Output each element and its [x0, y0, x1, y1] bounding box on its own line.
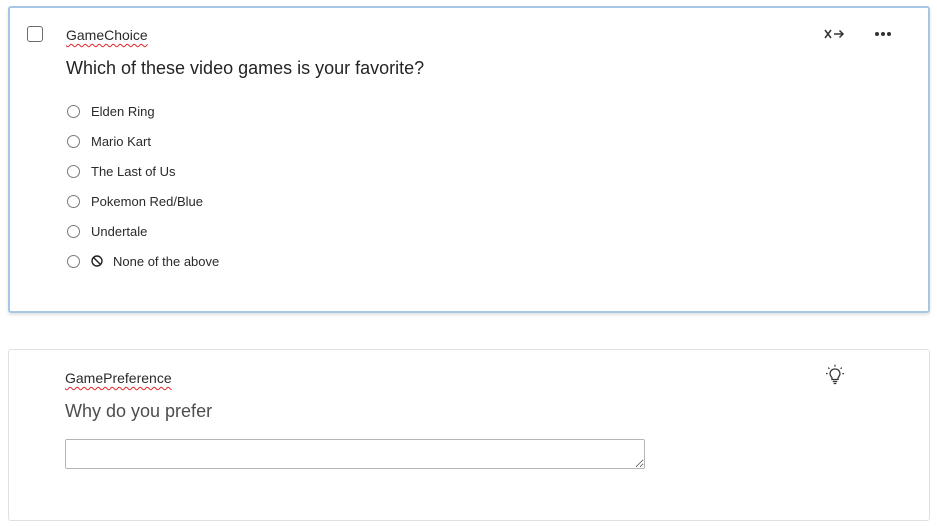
choice-label[interactable]: None of the above [113, 254, 219, 269]
question-select-checkbox[interactable] [27, 26, 43, 42]
choice-item[interactable]: Mario Kart [66, 126, 219, 156]
more-options-icon[interactable] [872, 25, 894, 43]
choice-label[interactable]: Elden Ring [91, 104, 155, 119]
lightbulb-icon[interactable] [824, 364, 846, 386]
choice-list: Elden Ring Mario Kart The Last of Us Pok… [66, 96, 219, 276]
choice-label[interactable]: Mario Kart [91, 134, 151, 149]
radio-button[interactable] [67, 194, 80, 208]
radio-button[interactable] [67, 254, 80, 268]
question-card-gamechoice[interactable]: GameChoice Which of these video games is… [8, 6, 930, 313]
question-text[interactable]: Why do you prefer [65, 401, 212, 422]
radio-button[interactable] [67, 224, 80, 238]
choice-label[interactable]: Pokemon Red/Blue [91, 194, 203, 209]
choice-item[interactable]: Pokemon Red/Blue [66, 186, 219, 216]
radio-button[interactable] [67, 164, 80, 178]
choice-label[interactable]: Undertale [91, 224, 147, 239]
question-id-label[interactable]: GameChoice [66, 27, 148, 43]
radio-button[interactable] [67, 134, 80, 148]
choice-item[interactable]: Undertale [66, 216, 219, 246]
exclusive-answer-icon [91, 255, 103, 267]
choice-item[interactable]: The Last of Us [66, 156, 219, 186]
choice-label[interactable]: The Last of Us [91, 164, 176, 179]
question-card-gamepreference[interactable]: GamePreference Why do you prefer [8, 349, 930, 521]
choice-item[interactable]: Elden Ring [66, 96, 219, 126]
question-id-label[interactable]: GamePreference [65, 370, 172, 386]
question-text[interactable]: Which of these video games is your favor… [66, 58, 424, 79]
answer-textarea[interactable] [65, 439, 645, 469]
x-arrow-icon[interactable] [822, 25, 848, 43]
survey-editor: GameChoice Which of these video games is… [0, 0, 937, 527]
radio-button[interactable] [67, 104, 80, 118]
choice-item-exclusive[interactable]: None of the above [66, 246, 219, 276]
